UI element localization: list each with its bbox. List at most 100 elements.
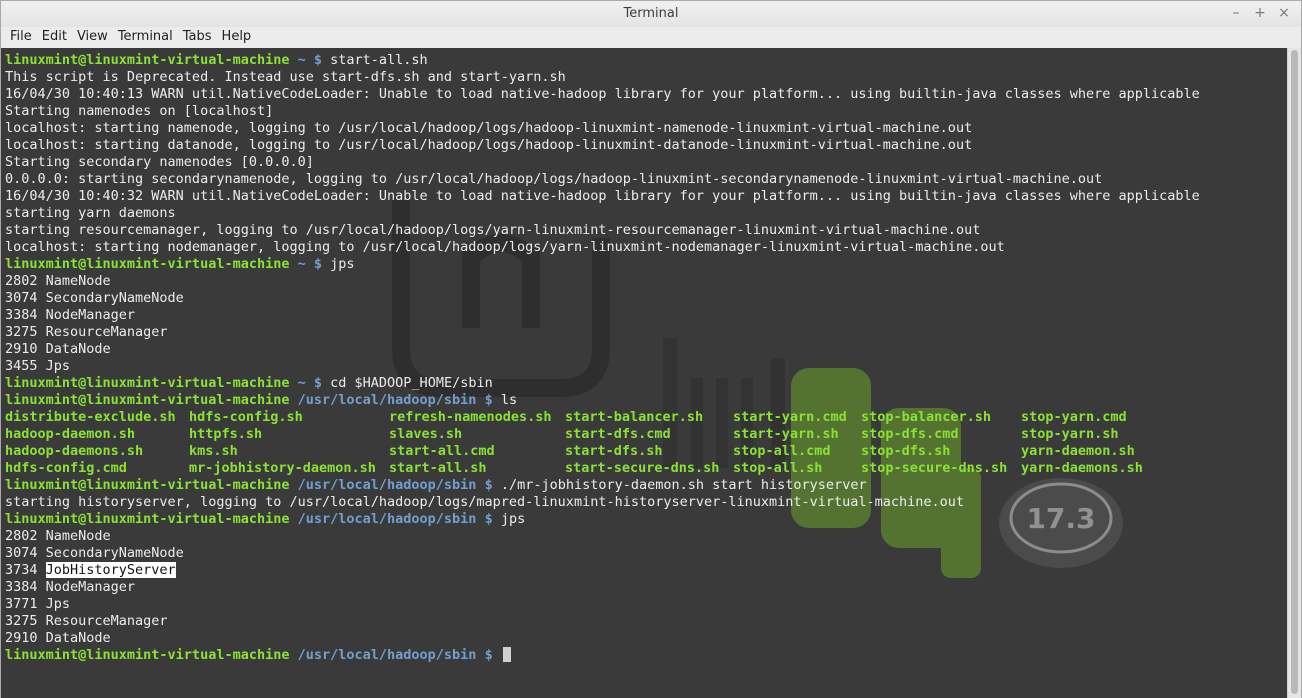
menu-tabs[interactable]: Tabs [178, 27, 217, 47]
close-button[interactable]: × [1275, 3, 1293, 23]
prompt-path: /usr/local/hadoop/sbin [297, 647, 477, 663]
ls-file-entry: start-dfs.cmd [565, 426, 671, 442]
ls-file-entry: stop-dfs.cmd [861, 426, 959, 442]
output-line: 16/04/30 10:40:32 WARN util.NativeCodeLo… [5, 188, 1200, 204]
ls-file-entry: hadoop-daemons.sh [5, 443, 144, 459]
prompt-user-host: linuxmint@linuxmint-virtual-machine [5, 647, 290, 663]
selected-text[interactable]: JobHistoryServer [45, 562, 176, 578]
prompt-user-host: linuxmint@linuxmint-virtual-machine [5, 52, 290, 68]
menu-file[interactable]: File [5, 27, 37, 47]
ls-output-row: distribute-exclude.sh hdfs-config.sh refre… [5, 409, 1200, 426]
ls-file-entry: refresh-namenodes.sh [389, 409, 552, 425]
output-line: This script is Deprecated. Instead use s… [5, 69, 566, 85]
maximize-button[interactable]: + [1251, 3, 1269, 23]
prompt-symbol: $ [305, 375, 331, 391]
ls-file-entry: slaves.sh [389, 426, 463, 442]
ls-file-entry: hdfs-config.cmd [5, 460, 127, 476]
ls-file-entry: stop-all.cmd [733, 443, 831, 459]
prompt-symbol: $ [476, 511, 501, 527]
prompt-line: linuxmint@linuxmint-virtual-machine /usr… [5, 477, 1200, 494]
ls-file-entry: start-dfs.sh [565, 443, 663, 459]
output-line: 3074 SecondaryNameNode [5, 545, 184, 561]
prompt-symbol: $ [476, 477, 501, 493]
prompt-symbol: $ [305, 256, 331, 272]
output-line: localhost: starting datanode, logging to… [5, 137, 973, 153]
output-line: 3275 ResourceManager [5, 324, 168, 340]
command-text: jps [330, 256, 355, 272]
output-line: 3771 Jps [5, 596, 71, 612]
ls-file-entry: stop-dfs.sh [861, 443, 951, 459]
command-text: ls [500, 392, 518, 408]
ls-file-entry: start-balancer.sh [565, 409, 704, 425]
ls-file-entry: start-secure-dns.sh [565, 460, 720, 476]
output-line: starting resourcemanager, logging to /us… [5, 222, 981, 238]
prompt-user-host: linuxmint@linuxmint-virtual-machine [5, 477, 290, 493]
terminal-window: Terminal – + × File Edit View Terminal T… [0, 0, 1302, 698]
command-text: cd $HADOOP_HOME/sbin [330, 375, 493, 391]
output-line: Starting secondary namenodes [0.0.0.0] [5, 154, 314, 170]
prompt-user-host: linuxmint@linuxmint-virtual-machine [5, 375, 290, 391]
output-line: 3384 NodeManager [5, 307, 136, 323]
ls-file-entry: start-yarn.cmd [733, 409, 847, 425]
menu-help[interactable]: Help [217, 27, 257, 47]
prompt-line: linuxmint@linuxmint-virtual-machine /usr… [5, 511, 1200, 528]
prompt-line: linuxmint@linuxmint-virtual-machine ~ $ … [5, 256, 1200, 273]
prompt-line: linuxmint@linuxmint-virtual-machine ~ $ … [5, 375, 1200, 392]
output-prefix: 3734 [5, 562, 46, 578]
output-line: Starting namenodes on [localhost] [5, 103, 274, 119]
output-line: 2910 DataNode [5, 630, 111, 646]
vertical-scrollbar[interactable] [1287, 48, 1301, 698]
ls-file-entry: kms.sh [189, 443, 238, 459]
minimize-button[interactable]: – [1227, 3, 1245, 23]
command-text: start-all.sh [330, 52, 428, 68]
ls-file-entry: stop-all.sh [733, 460, 823, 476]
ls-file-entry: hdfs-config.sh [189, 409, 303, 425]
output-line: 3275 ResourceManager [5, 613, 168, 629]
ls-file-entry: start-all.cmd [389, 443, 495, 459]
ls-file-entry: yarn-daemon.sh [1021, 443, 1135, 459]
prompt-path: /usr/local/hadoop/sbin [297, 477, 477, 493]
menu-terminal[interactable]: Terminal [113, 27, 178, 47]
ls-file-entry: yarn-daemons.sh [1021, 460, 1143, 476]
window-title: Terminal [623, 6, 679, 21]
ls-file-entry: distribute-exclude.sh [5, 409, 176, 425]
prompt-line: linuxmint@linuxmint-virtual-machine /usr… [5, 647, 1200, 664]
scrollbar-thumb[interactable] [1291, 50, 1298, 694]
prompt-symbol: $ [305, 52, 331, 68]
ls-file-entry: start-all.sh [389, 460, 487, 476]
ls-file-entry: stop-yarn.sh [1021, 426, 1119, 442]
prompt-user-host: linuxmint@linuxmint-virtual-machine [5, 256, 290, 272]
menu-view[interactable]: View [72, 27, 113, 47]
ls-file-entry: start-yarn.sh [733, 426, 839, 442]
title-bar[interactable]: Terminal – + × [1, 1, 1301, 27]
output-line: 3384 NodeManager [5, 579, 136, 595]
ls-file-entry: mr-jobhistory-daemon.sh [189, 460, 376, 476]
command-text: jps [500, 511, 526, 527]
output-line: 2910 DataNode [5, 341, 111, 357]
prompt-path: ~ [297, 256, 306, 272]
output-line: 16/04/30 10:40:13 WARN util.NativeCodeLo… [5, 86, 1200, 102]
menu-bar: File Edit View Terminal Tabs Help [1, 27, 1301, 47]
ls-output-row: hadoop-daemons.sh kms.sh start-all.cmd star… [5, 443, 1200, 460]
output-line: 0.0.0.0: starting secondarynamenode, log… [5, 171, 1103, 187]
text-cursor[interactable] [502, 647, 511, 662]
prompt-user-host: linuxmint@linuxmint-virtual-machine [5, 392, 290, 408]
terminal-lines: linuxmint@linuxmint-virtual-machine ~ $ … [5, 52, 1200, 664]
ls-file-entry: hadoop-daemon.sh [5, 426, 136, 442]
ls-file-entry: stop-balancer.sh [861, 409, 992, 425]
prompt-path: ~ [297, 52, 306, 68]
ls-file-entry: httpfs.sh [189, 426, 263, 442]
output-line: 2802 NameNode [5, 528, 111, 544]
ls-file-entry: stop-yarn.cmd [1021, 409, 1127, 425]
output-line: 3455 Jps [5, 358, 71, 374]
prompt-user-host: linuxmint@linuxmint-virtual-machine [5, 511, 290, 527]
output-line: localhost: starting nodemanager, logging… [5, 239, 1005, 255]
terminal-output-area[interactable]: 17.3 linux linuxmint@linuxmint-virtual-m… [1, 48, 1287, 698]
output-line-highlighted: 3734 JobHistoryServer [5, 562, 1200, 579]
prompt-line: linuxmint@linuxmint-virtual-machine /usr… [5, 392, 1200, 409]
menu-edit[interactable]: Edit [37, 27, 72, 47]
output-line: 3074 SecondaryNameNode [5, 290, 184, 306]
prompt-symbol: $ [476, 647, 501, 663]
prompt-path: /usr/local/hadoop/sbin [297, 392, 477, 408]
command-text: ./mr-jobhistory-daemon.sh start historys… [500, 477, 867, 493]
